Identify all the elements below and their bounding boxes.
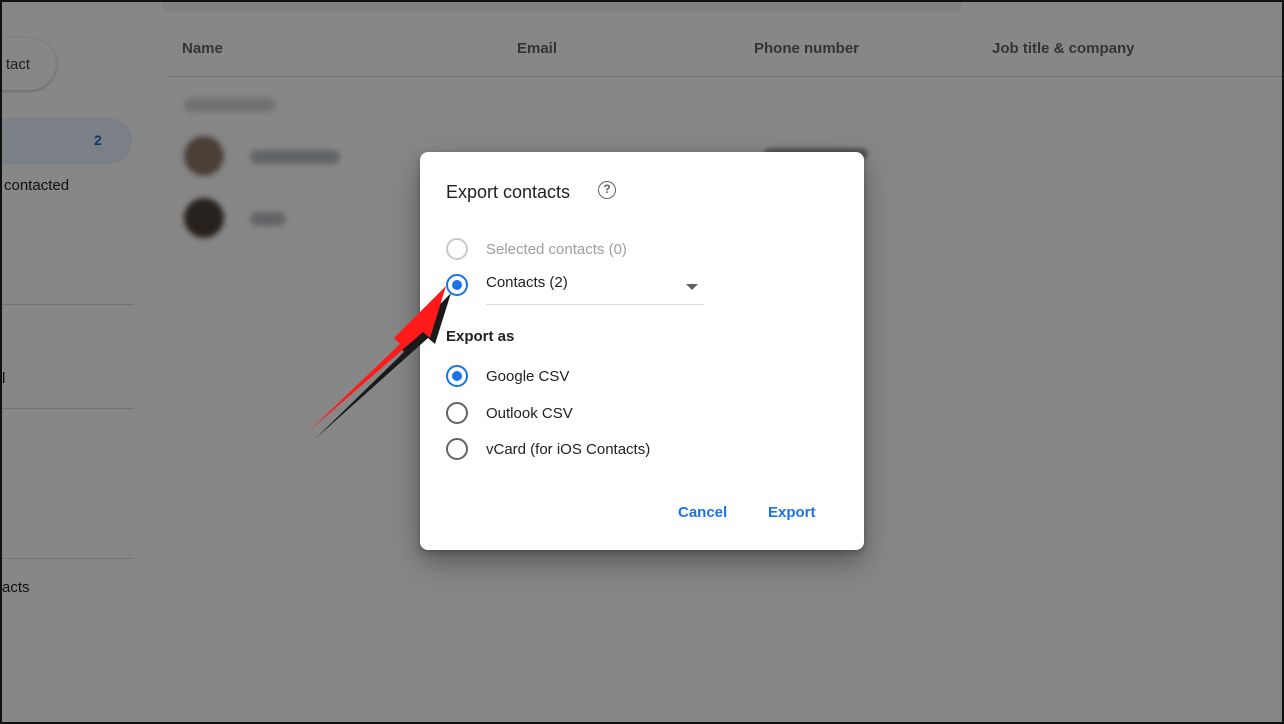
app-frame: tact 2 contacted l acts Name Email Phone… (0, 0, 1284, 724)
annotation-arrow-icon (308, 286, 451, 439)
arrow-body (308, 286, 446, 432)
